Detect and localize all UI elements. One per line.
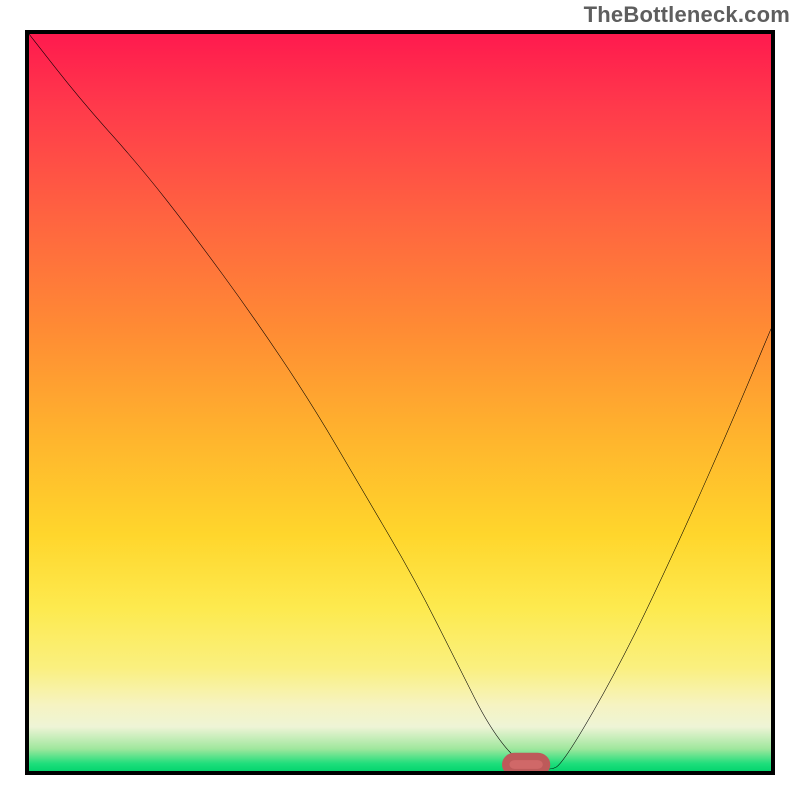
optimal-marker (506, 756, 547, 772)
chart-container: TheBottleneck.com (0, 0, 800, 800)
attribution-label: TheBottleneck.com (584, 2, 790, 28)
bottleneck-curve (29, 34, 771, 771)
plot-area (25, 30, 775, 775)
